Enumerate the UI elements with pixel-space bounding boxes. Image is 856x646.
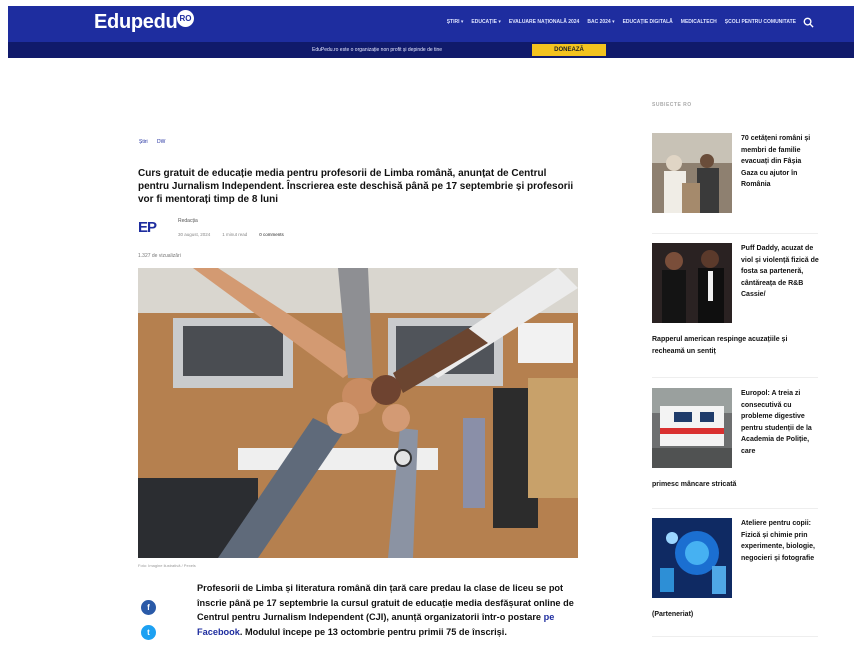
breadcrumb-link-dw[interactable]: DW	[157, 139, 165, 145]
sidebar-divider	[652, 377, 818, 378]
sidebar-divider	[652, 636, 818, 637]
donate-button[interactable]: DONEAZĂ	[532, 44, 606, 56]
logo-badge: RO	[177, 10, 194, 27]
sidebar-item-gaza[interactable]: 70 cetățeni români și membri de familie …	[652, 133, 818, 223]
article-lead: Profesorii de Limba și literatura română…	[197, 581, 579, 639]
twitter-icon: t	[147, 628, 150, 637]
donate-text: EduPedu.ro este o organizație non profit…	[312, 47, 443, 53]
nav-item-medicaltech[interactable]: MEDICALTECH	[681, 19, 717, 25]
share-facebook-button[interactable]: f	[141, 600, 156, 615]
sidebar-item-title[interactable]: 70 cetățeni români și membri de familie …	[741, 133, 819, 191]
article-date: 30 august, 2024	[178, 232, 211, 237]
nav-item-bac[interactable]: BAC 2024 ▾	[587, 19, 614, 25]
nav-item-educatie-digitala[interactable]: EDUCAȚIE DIGITALĂ	[623, 19, 673, 25]
sidebar-item-title-continued[interactable]: (Parteneriat)	[652, 609, 818, 621]
sidebar-thumbnail[interactable]	[652, 133, 732, 213]
author-name[interactable]: Redacția	[178, 218, 198, 224]
article-hero-image	[138, 268, 578, 558]
search-icon[interactable]	[803, 17, 814, 28]
sidebar-thumbnail[interactable]	[652, 518, 732, 598]
sidebar-item-title[interactable]: Europol: A treia zi consecutivă cu probl…	[741, 388, 819, 457]
author-avatar[interactable]: EP	[138, 218, 168, 238]
sidebar-divider	[652, 233, 818, 234]
article-meta: 30 august, 2024 1 minut read 0 comments	[178, 232, 284, 237]
facebook-icon: f	[147, 603, 150, 612]
comments-link[interactable]: 0 comments	[259, 232, 284, 237]
image-credit: Foto: Imagine ilustrativă / Pexels	[138, 563, 196, 568]
sidebar-item-puff-daddy[interactable]: Puff Daddy, acuzat de viol și violență f…	[652, 243, 819, 363]
lead-text-start: Profesorii de Limba și literatura română…	[197, 583, 574, 622]
sidebar-item-title[interactable]: Puff Daddy, acuzat de viol și violență f…	[741, 243, 819, 301]
sidebar-item-title[interactable]: Ateliere pentru copii: Fizică și chimie …	[741, 518, 819, 564]
sidebar-item-ateliere[interactable]: Ateliere pentru copii: Fizică și chimie …	[652, 518, 818, 628]
top-navigation-bar: Edupedu RO ȘTIRI ▾ EDUCAȚIE ▾ EVALUARE N…	[8, 6, 854, 42]
sidebar-item-title-continued[interactable]: primesc mâncare stricată	[652, 479, 818, 491]
breadcrumb: Știri DW	[139, 139, 173, 145]
donate-banner: EduPedu.ro este o organizație non profit…	[8, 42, 854, 58]
view-count: 1.327 de vizualizări	[138, 253, 181, 259]
sidebar-thumbnail[interactable]	[652, 243, 732, 323]
nav-item-scoli-comunitate[interactable]: ȘCOLI PENTRU COMUNITATE	[725, 19, 796, 25]
breadcrumb-link-stiri[interactable]: Știri	[139, 139, 148, 145]
read-time: 1 minut read	[222, 232, 248, 237]
nav-item-stiri[interactable]: ȘTIRI ▾	[447, 19, 464, 25]
main-nav: ȘTIRI ▾ EDUCAȚIE ▾ EVALUARE NAȚIONALĂ 20…	[447, 19, 796, 25]
sidebar-divider	[652, 508, 818, 509]
sidebar-item-title-continued[interactable]: Rapperul american respinge acuzațiile și…	[652, 334, 818, 357]
share-twitter-button[interactable]: t	[141, 625, 156, 640]
article-title: Curs gratuit de educație media pentru pr…	[138, 168, 574, 205]
nav-item-evaluare-nationala[interactable]: EVALUARE NAȚIONALĂ 2024	[509, 19, 579, 25]
sidebar-item-europol[interactable]: Europol: A treia zi consecutivă cu probl…	[652, 388, 818, 498]
nav-item-educatie[interactable]: EDUCAȚIE ▾	[471, 19, 500, 25]
sidebar-heading: SUBIECTE RO	[652, 102, 692, 108]
lead-text-end: . Modulul începe pe 13 octombrie pentru …	[239, 626, 507, 637]
sidebar-thumbnail[interactable]	[652, 388, 732, 468]
site-logo[interactable]: Edupedu	[94, 11, 178, 34]
